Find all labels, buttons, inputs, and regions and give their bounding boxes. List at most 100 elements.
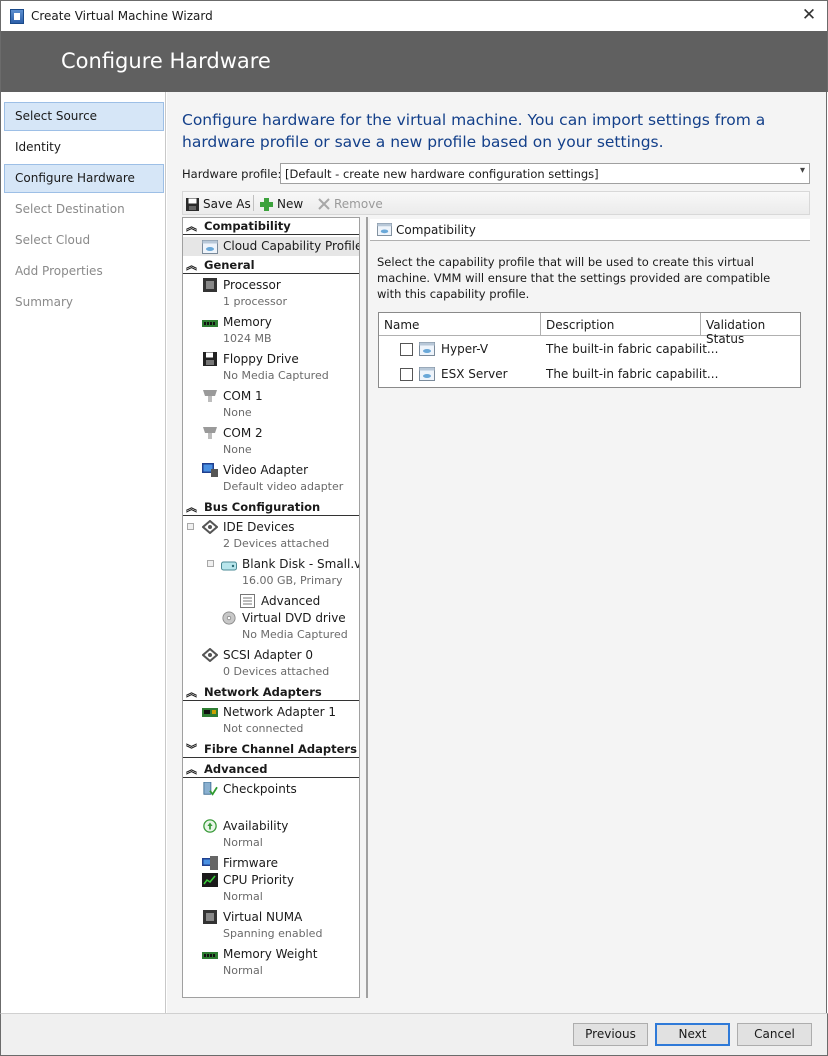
section-fibre-channel[interactable]: ︾ Fibre Channel Adapters (183, 741, 359, 758)
hardware-profile-value: [Default - create new hardware configura… (285, 167, 599, 181)
tree-item-name: Firmware (223, 856, 278, 870)
row-checkbox[interactable] (400, 368, 413, 381)
tree-item-name: Video Adapter (223, 463, 309, 477)
collapse-icon: ︽ (186, 259, 197, 272)
section-compatibility[interactable]: ︽ Compatibility (183, 218, 359, 235)
tree-item-detail: Normal (223, 836, 263, 849)
tree-item-cloud-capability[interactable]: Cloud Capability Profiles (183, 237, 359, 256)
tree-item-name: Checkpoints (223, 782, 297, 796)
nav-item-select-cloud: Select Cloud (15, 233, 91, 247)
column-name[interactable]: Name (379, 313, 541, 336)
row-checkbox[interactable] (400, 343, 413, 356)
tree-item-memory-weight[interactable]: Memory Weight Normal (183, 945, 359, 982)
save-icon (186, 197, 199, 211)
wizard-nav: Select Source Identity Configure Hardwar… (0, 92, 166, 1013)
section-network-adapters[interactable]: ︽ Network Adapters (183, 684, 359, 701)
section-bus-configuration[interactable]: ︽ Bus Configuration (183, 499, 359, 516)
tree-item-detail: No Media Captured (242, 628, 348, 641)
section-advanced[interactable]: ︽ Advanced (183, 761, 359, 778)
tree-item-detail: Normal (223, 890, 263, 903)
ide-controller-icon (202, 520, 218, 534)
title-bar: Create Virtual Machine Wizard ✕ (0, 0, 828, 31)
nav-item-configure-hardware[interactable]: Configure Hardware (4, 164, 164, 193)
tree-item-name: Cloud Capability Profiles (223, 239, 360, 253)
tree-item-name: COM 2 (223, 426, 263, 440)
tree-item-memory[interactable]: Memory 1024 MB (183, 313, 359, 350)
nav-item-identity[interactable]: Identity (4, 133, 164, 162)
tree-item-availability[interactable]: Availability Normal (183, 817, 359, 854)
row-description: The built-in fabric capabilit... (546, 342, 719, 356)
tree-item-name: Memory Weight (223, 947, 318, 961)
tree-item-video-adapter[interactable]: Video Adapter Default video adapter (183, 461, 359, 498)
tree-item-cpu-priority[interactable]: CPU Priority Normal (183, 871, 359, 908)
tree-item-floppy[interactable]: Floppy Drive No Media Captured (183, 350, 359, 387)
tree-item-detail: Default video adapter (223, 480, 344, 493)
tree-item-name: Blank Disk - Small.v... (242, 557, 360, 571)
availability-icon (203, 819, 217, 833)
collapse-icon: ︽ (186, 220, 197, 233)
section-general[interactable]: ︽ General (183, 257, 359, 274)
tree-item-firmware[interactable]: Firmware (183, 854, 359, 872)
save-as-button[interactable]: Save As (185, 195, 251, 213)
grid-row[interactable]: Hyper-V The built-in fabric capabilit... (379, 337, 800, 362)
tree-item-com2[interactable]: COM 2 None (183, 424, 359, 461)
tree-item-name: COM 1 (223, 389, 263, 403)
monitor-icon (202, 463, 218, 477)
capability-profile-icon (377, 223, 392, 236)
hardware-profile-label: Hardware profile: (182, 167, 282, 181)
tree-item-blank-disk[interactable]: Blank Disk - Small.v... 16.00 GB, Primar… (183, 555, 359, 592)
tree-item-detail: 0 Devices attached (223, 665, 330, 678)
memory-icon (202, 320, 218, 327)
column-description[interactable]: Description (541, 313, 701, 336)
hardware-toolbar: Save As New Remove (182, 191, 810, 215)
com-port-icon (203, 390, 217, 402)
previous-button[interactable]: Previous (573, 1023, 648, 1046)
tree-item-detail: 1024 MB (223, 332, 272, 345)
tree-item-name: Floppy Drive (223, 352, 299, 366)
page-title: Configure Hardware (61, 49, 271, 73)
new-label: New (277, 197, 304, 211)
tree-item-detail: 16.00 GB, Primary (242, 574, 343, 587)
tree-item-name: Processor (223, 278, 281, 292)
tree-item-virtual-numa[interactable]: Virtual NUMA Spanning enabled (183, 908, 359, 945)
section-label: Compatibility (204, 219, 291, 233)
capability-profile-icon (419, 342, 435, 356)
section-label: Advanced (204, 762, 268, 776)
tree-item-name: Virtual DVD drive (242, 611, 346, 625)
tree-item-dvd-drive[interactable]: Virtual DVD drive No Media Captured (183, 609, 359, 646)
grid-row[interactable]: ESX Server The built-in fabric capabilit… (379, 362, 800, 387)
next-button[interactable]: Next (655, 1023, 730, 1046)
new-button[interactable]: New (259, 195, 303, 213)
hardware-tree: ︽ Compatibility Cloud Capability Profiles… (182, 217, 360, 998)
checkpoint-icon (203, 782, 218, 796)
tree-item-processor[interactable]: Processor 1 processor (183, 276, 359, 313)
column-validation-status[interactable]: Validation Status (701, 313, 800, 346)
cpu-priority-icon (202, 873, 218, 887)
row-name: Hyper-V (441, 342, 489, 356)
details-text: Select the capability profile that will … (377, 255, 771, 301)
nav-item-select-source[interactable]: Select Source (4, 102, 164, 131)
dvd-icon (222, 611, 236, 625)
tree-item-ide-devices[interactable]: IDE Devices 2 Devices attached (183, 518, 359, 555)
tree-item-name: Advanced (261, 594, 321, 608)
tree-item-network-adapter[interactable]: Network Adapter 1 Not connected (183, 703, 359, 740)
tree-item-checkpoints[interactable]: Checkpoints (183, 780, 359, 817)
hardware-profile-select[interactable]: [Default - create new hardware configura… (280, 163, 810, 184)
tree-item-scsi-adapter[interactable]: SCSI Adapter 0 0 Devices attached (183, 646, 359, 683)
row-description: The built-in fabric capabilit... (546, 367, 719, 381)
capability-profile-icon (202, 240, 218, 254)
tree-item-name: Network Adapter 1 (223, 705, 336, 719)
tree-item-detail: None (223, 406, 252, 419)
remove-icon (318, 198, 330, 210)
collapse-icon: ︽ (186, 763, 197, 776)
main-content: Configure hardware for the virtual machi… (167, 92, 827, 1013)
toolbar-divider (253, 195, 254, 211)
expander-icon[interactable] (207, 560, 214, 567)
close-icon[interactable]: ✕ (799, 5, 819, 25)
expander-icon[interactable] (187, 523, 194, 530)
hard-disk-icon (221, 561, 237, 571)
cancel-button[interactable]: Cancel (737, 1023, 812, 1046)
tree-item-detail: No Media Captured (223, 369, 329, 382)
remove-button[interactable]: Remove (317, 195, 383, 213)
tree-item-com1[interactable]: COM 1 None (183, 387, 359, 424)
